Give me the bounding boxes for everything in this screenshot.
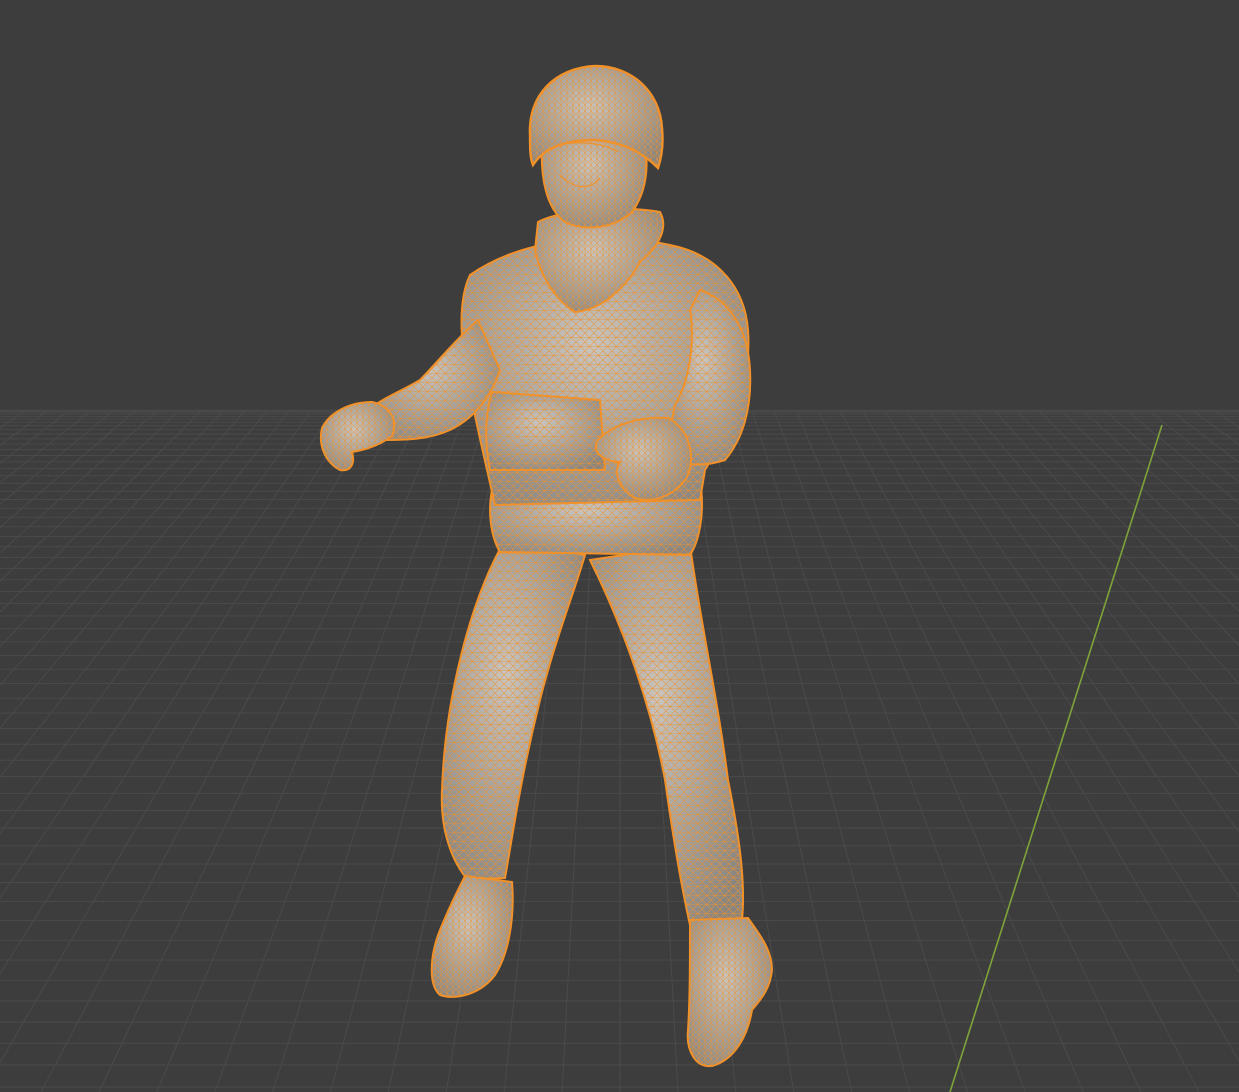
grid-line-depth [1191, 409, 1239, 445]
grid-line-depth [839, 409, 1200, 1092]
grid-line-depth [156, 409, 445, 1092]
grid-line-depth [1213, 409, 1239, 429]
grid-line-depth [0, 409, 291, 779]
grid-line-depth [0, 409, 225, 648]
soldier-mesh[interactable] [320, 64, 774, 1068]
grid-line-depth [0, 409, 159, 554]
left-boot [430, 874, 514, 998]
grid-line-depth [773, 409, 1026, 1092]
grid-line-depth [0, 409, 379, 1064]
grid-line-depth [0, 409, 181, 582]
grid-line-depth [0, 409, 269, 730]
grid-line-depth [98, 409, 423, 1092]
grid-line-depth [1059, 409, 1239, 581]
viewport-canvas[interactable] [0, 0, 1239, 1092]
grid-line-depth [0, 409, 93, 484]
grid-line-depth [1037, 409, 1239, 612]
grid-line-depth [1147, 409, 1239, 483]
grid-line-depth [817, 409, 1142, 1092]
grid-line-depth [927, 409, 1239, 833]
grid-line-depth [0, 409, 27, 429]
grid-line-depth [1081, 409, 1239, 553]
right-boot [686, 916, 774, 1068]
grid-line-depth [971, 409, 1239, 728]
grid-line-depth [0, 409, 71, 464]
grid-line-depth [795, 409, 1084, 1092]
grid-line-depth [883, 409, 1239, 974]
grid-line-depth [0, 409, 5, 414]
grid-line-depth [0, 409, 357, 975]
grid-line-depth [0, 409, 313, 835]
grid-line-depth [861, 409, 1239, 1063]
grid-line-depth [905, 409, 1239, 898]
grid-line-depth [40, 409, 401, 1092]
vest-pouch [485, 390, 607, 471]
grid-line-depth [214, 409, 467, 1092]
grid-line-depth [1015, 409, 1239, 647]
y-axis-line [949, 424, 1163, 1092]
3d-viewport[interactable] [0, 0, 1239, 1092]
grid-line-depth [1169, 409, 1239, 464]
grid-line-depth [0, 409, 49, 446]
grid-line-depth [0, 409, 335, 900]
